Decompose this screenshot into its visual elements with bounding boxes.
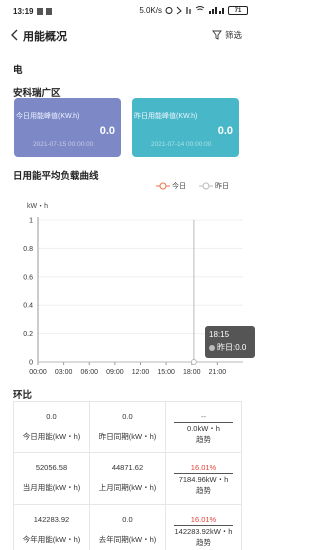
y-tick-label: 0	[29, 360, 33, 367]
y-tick-label: 0.8	[23, 246, 33, 253]
year-usage-label: 今年用能(kW・h)	[22, 535, 81, 544]
tooltip-row: 昨日: 0.0	[209, 342, 255, 353]
x-tick-label: 03:00	[55, 369, 73, 376]
x-tick-label: 21:00	[209, 369, 227, 376]
filter-icon	[212, 30, 222, 40]
comparison-title: 环比	[13, 390, 33, 401]
month-trend-percent: 16.01%	[190, 463, 217, 472]
status-system-icons	[165, 6, 224, 15]
tooltip-point	[190, 359, 197, 365]
y-tick-label: 0.4	[23, 303, 33, 310]
yesterday-same-cell: 0.0 昨日同期(kW・h)	[89, 401, 166, 453]
last-year-same-label: 去年同期(kW・h)	[98, 535, 157, 544]
yesterday-peak-value: 0.0	[217, 125, 233, 137]
legend-today-marker	[156, 182, 170, 190]
day-trend-label: 趋势	[196, 435, 211, 444]
x-tick-label: 00:00	[29, 369, 47, 376]
x-tick-label: 06:00	[80, 369, 98, 376]
legend-today-label: 今日	[172, 183, 186, 190]
day-trend-percent: --	[201, 412, 206, 421]
day-trend-value: 0.0kW・h	[174, 422, 233, 434]
y-axis-unit-label: kW・h	[27, 203, 48, 210]
tooltip-series-name: 昨日	[217, 343, 233, 352]
year-usage-cell: 142283.92 今年用能(kW・h)	[13, 504, 90, 550]
month-trend-cell: 16.01% 7184.96kW・h 趋势	[165, 452, 242, 505]
today-usage-label: 今日用能(kW・h)	[22, 432, 81, 441]
month-trend-value: 7184.96kW・h	[174, 473, 233, 485]
last-month-same-cell: 44871.62 上月同期(kW・h)	[89, 452, 166, 505]
yesterday-same-label: 昨日同期(kW・h)	[98, 432, 157, 441]
month-trend-label: 趋势	[196, 486, 211, 495]
table-row-year: 142283.92 今年用能(kW・h) 0.0 去年同期(kW・h) 16.0…	[13, 504, 242, 550]
last-year-same-value: 0.0	[122, 515, 133, 524]
yesterday-same-value: 0.0	[122, 412, 133, 421]
tooltip-value: 0.0	[235, 343, 247, 352]
year-trend-percent: 16.01%	[190, 515, 217, 524]
last-year-same-cell: 0.0 去年同期(kW・h)	[89, 504, 166, 550]
legend-today[interactable]: 今日	[156, 181, 186, 191]
yesterday-peak-label: 昨日用能峰值(KW.h)	[134, 113, 198, 120]
x-tick-label: 15:00	[157, 369, 175, 376]
filter-button[interactable]: 筛选	[212, 29, 242, 41]
yesterday-peak-card: 昨日用能峰值(KW.h) 0.0 2021-07-14 00:00:00	[132, 98, 239, 157]
year-trend-value: 142283.92kW・h	[174, 525, 233, 536]
page-title: 用能概况	[23, 31, 67, 43]
today-usage-cell: 0.0 今日用能(kW・h)	[13, 401, 90, 453]
site-name: 安科瑞广区	[13, 88, 61, 99]
y-tick-label: 0.6	[23, 274, 33, 281]
month-usage-label: 当月用能(kW・h)	[22, 483, 81, 492]
status-time: 13:19	[13, 7, 34, 16]
status-bar: 13:19 5.0K/s 71	[0, 0, 254, 22]
day-trend-cell: -- 0.0kW・h 趋势	[165, 401, 242, 453]
tooltip-time: 18:15	[209, 330, 230, 339]
chart-section-title: 日用能平均负载曲线	[13, 171, 99, 182]
last-month-same-value: 44871.62	[111, 463, 144, 472]
battery-indicator: 71	[228, 6, 248, 15]
y-tick-label: 1	[29, 218, 33, 225]
table-row-month: 52056.58 当月用能(kW・h) 44871.62 上月同期(kW・h) …	[13, 452, 242, 505]
y-tick-label: 0.2	[23, 331, 33, 338]
today-peak-date: 2021-07-15 00:00:00	[33, 141, 94, 148]
back-arrow-icon[interactable]	[10, 29, 20, 41]
energy-type-label: 电	[13, 65, 23, 76]
battery-level: 71	[234, 7, 242, 14]
status-indicators: 5.0K/s 71	[139, 6, 248, 15]
table-row-day: 0.0 今日用能(kW・h) 0.0 昨日同期(kW・h) -- 0.0kW・h…	[13, 401, 242, 453]
year-trend-cell: 16.01% 142283.92kW・h 趋势	[165, 504, 242, 550]
x-tick-label: 09:00	[106, 369, 124, 376]
legend-yesterday[interactable]: 昨日	[199, 181, 229, 191]
year-usage-value: 142283.92	[33, 515, 70, 524]
comparison-table: 0.0 今日用能(kW・h) 0.0 昨日同期(kW・h) -- 0.0kW・h…	[13, 401, 242, 550]
today-peak-card: 今日用能峰值(KW.h) 0.0 2021-07-15 00:00:00	[14, 98, 121, 157]
network-speed: 5.0K/s	[139, 6, 162, 15]
app-header: 用能概况 筛选	[0, 24, 254, 46]
status-notification-icons	[37, 8, 52, 15]
filter-label: 筛选	[224, 30, 242, 40]
month-usage-cell: 52056.58 当月用能(kW・h)	[13, 452, 90, 505]
today-peak-label: 今日用能峰值(KW.h)	[16, 113, 80, 120]
x-tick-label: 12:00	[132, 369, 150, 376]
legend-yesterday-label: 昨日	[215, 183, 229, 190]
legend-yesterday-marker	[199, 182, 213, 190]
x-tick-label: 18:00	[183, 369, 201, 376]
today-usage-value: 0.0	[46, 412, 57, 421]
chart-tooltip: 18:15 昨日: 0.0	[205, 326, 255, 358]
month-usage-value: 52056.58	[35, 463, 68, 472]
today-peak-value: 0.0	[99, 125, 115, 137]
year-trend-label: 趋势	[196, 538, 211, 547]
yesterday-peak-date: 2021-07-14 00:00:00	[151, 141, 212, 148]
tooltip-series-dot	[209, 344, 215, 351]
last-month-same-label: 上月同期(kW・h)	[98, 483, 157, 492]
